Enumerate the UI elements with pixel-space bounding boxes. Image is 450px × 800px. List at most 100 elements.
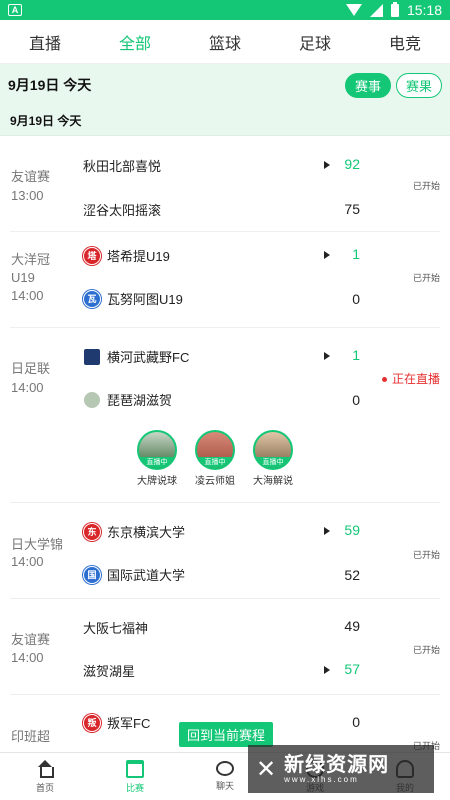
events-button[interactable]: 赛事 — [344, 72, 391, 98]
chat-icon — [216, 761, 234, 776]
live-tag: 直播中 — [139, 457, 175, 468]
away-score: 0 — [352, 291, 360, 307]
team-badge-icon: 瓦 — [83, 289, 101, 308]
match-state: 已开始 — [412, 273, 440, 283]
team-name: 塔希提U19 — [107, 249, 170, 264]
match-list[interactable]: 友谊赛 13:00 秋田北部喜悦 92 已开始 涩谷太阳摇滚 75 大洋冠U19… — [0, 137, 450, 752]
match-row[interactable]: 日足联 14:00 横河武藏野FC 1 正在直播 琵琶湖滋贺 0 直播中 大牌说… — [10, 328, 440, 503]
wifi-icon — [345, 4, 362, 16]
clock: 15:18 — [406, 2, 442, 18]
streamer-name: 大牌说球 — [137, 476, 177, 487]
kickoff-time: 14:00 — [11, 554, 44, 569]
match-row[interactable]: 友谊赛 13:00 秋田北部喜悦 92 已开始 涩谷太阳摇滚 75 — [10, 137, 440, 232]
live-status: 正在直播 — [382, 370, 440, 387]
kickoff-time: 14:00 — [11, 380, 44, 395]
category-tabs: 直播 全部 篮球 足球 电竞 — [0, 20, 450, 64]
team-name: 琵琶湖滋贺 — [107, 393, 173, 408]
section-date: 9月19日 今天 — [0, 106, 450, 136]
battery-icon — [390, 1, 399, 17]
nav-home[interactable]: 首页 — [0, 753, 90, 800]
match-state: 已开始 — [412, 550, 440, 560]
away-team: 国国际武道大学 — [83, 565, 185, 584]
streamer-name: 大海解说 — [253, 476, 293, 487]
tab-all[interactable]: 全部 — [90, 30, 180, 54]
team-badge-icon: 叛 — [83, 713, 101, 732]
home-score: 92 — [344, 156, 360, 172]
current-date: 9月19日 今天 — [8, 77, 92, 93]
away-score: 57 — [344, 661, 360, 677]
watermark: ✕ 新绿资源网 www.xlhs.com — [248, 745, 434, 793]
tab-esports[interactable]: 电竞 — [360, 30, 450, 54]
back-to-current-button[interactable]: 回到当前赛程 — [179, 722, 274, 747]
team-badge-icon: 国 — [83, 565, 101, 584]
nav-matches[interactable]: 比赛 — [90, 753, 180, 800]
home-team: 大阪七福神 — [83, 618, 148, 637]
away-team: 瓦瓦努阿图U19 — [83, 289, 183, 308]
home-score: 49 — [344, 618, 360, 634]
signal-icon — [369, 3, 383, 17]
home-score: 59 — [344, 522, 360, 538]
away-team: 涩谷太阳摇滚 — [83, 200, 161, 219]
nav-label: 比赛 — [125, 782, 144, 793]
team-name: 涩谷太阳摇滚 — [83, 203, 162, 218]
watermark-url: www.xlhs.com — [284, 775, 359, 784]
nav-label: 首页 — [35, 782, 54, 793]
results-button[interactable]: 赛果 — [395, 72, 442, 98]
away-score: 52 — [344, 567, 360, 583]
team-name: 国际武道大学 — [107, 568, 186, 583]
team-crest-icon — [83, 390, 101, 409]
home-icon — [36, 759, 54, 778]
away-score: 75 — [344, 201, 360, 217]
nav-label: 聊天 — [215, 781, 234, 791]
home-score: 1 — [352, 347, 360, 363]
streamer-list: 直播中 大牌说球 直播中 凌云师姐 直播中 大海解说 — [135, 430, 295, 487]
home-team: 东东京横滨大学 — [83, 522, 185, 541]
team-crest-icon — [83, 347, 101, 366]
away-score: 0 — [352, 392, 360, 408]
away-team: 滋贺湖星 — [83, 661, 135, 680]
avatar: 直播中 — [195, 430, 235, 470]
league-name: 日大学锦 — [11, 537, 64, 552]
streamer-card[interactable]: 直播中 大海解说 — [251, 430, 295, 487]
match-row[interactable]: 大洋冠U19 14:00 塔塔希提U19 1 已开始 瓦瓦努阿图U19 0 — [10, 232, 440, 328]
tab-basketball[interactable]: 篮球 — [180, 30, 270, 54]
team-name: 滋贺湖星 — [83, 664, 136, 679]
kickoff-time: 14:00 — [11, 650, 44, 665]
team-name: 横河武藏野FC — [107, 350, 190, 365]
kickoff-time: 13:00 — [11, 188, 44, 203]
calendar-icon — [126, 759, 144, 778]
match-state: 已开始 — [412, 645, 440, 655]
tab-football[interactable]: 足球 — [270, 30, 360, 54]
team-name: 大阪七福神 — [83, 621, 149, 636]
home-team: 秋田北部喜悦 — [83, 156, 161, 175]
avatar: 直播中 — [137, 430, 177, 470]
tab-live[interactable]: 直播 — [0, 30, 90, 54]
match-row[interactable]: 日大学锦 14:00 东东京横滨大学 59 已开始 国国际武道大学 52 — [10, 503, 440, 599]
home-score: 0 — [352, 714, 360, 730]
live-tag: 直播中 — [197, 457, 233, 468]
team-badge-icon: 东 — [83, 522, 101, 541]
league-name: 友谊赛 — [11, 169, 51, 184]
league-name: 友谊赛 — [11, 632, 51, 647]
watermark-logo-icon: ✕ — [256, 755, 277, 783]
team-badge-icon: 塔 — [83, 246, 101, 265]
live-tag: 直播中 — [255, 457, 291, 468]
team-name: 瓦努阿图U19 — [107, 292, 183, 307]
streamer-card[interactable]: 直播中 凌云师姐 — [193, 430, 237, 487]
streamer-name: 凌云师姐 — [195, 476, 235, 487]
streamer-card[interactable]: 直播中 大牌说球 — [135, 430, 179, 487]
home-team: 叛叛军FC — [83, 713, 150, 732]
team-name: 叛军FC — [107, 716, 151, 731]
home-score: 1 — [352, 246, 360, 262]
match-row[interactable]: 友谊赛 14:00 大阪七福神 49 已开始 滋贺湖星 57 — [10, 599, 440, 695]
home-team: 塔塔希提U19 — [83, 246, 170, 265]
status-bar: A 15:18 — [0, 0, 450, 20]
team-name: 东京横滨大学 — [107, 525, 186, 540]
team-name: 秋田北部喜悦 — [83, 159, 162, 174]
watermark-title: 新绿资源网 — [284, 754, 390, 776]
app-notification-icon: A — [8, 4, 22, 16]
league-name: 印班超 — [11, 729, 51, 744]
avatar: 直播中 — [253, 430, 293, 470]
match-state: 已开始 — [412, 181, 440, 191]
date-header: 9月19日 今天 赛事 赛果 — [0, 64, 450, 106]
